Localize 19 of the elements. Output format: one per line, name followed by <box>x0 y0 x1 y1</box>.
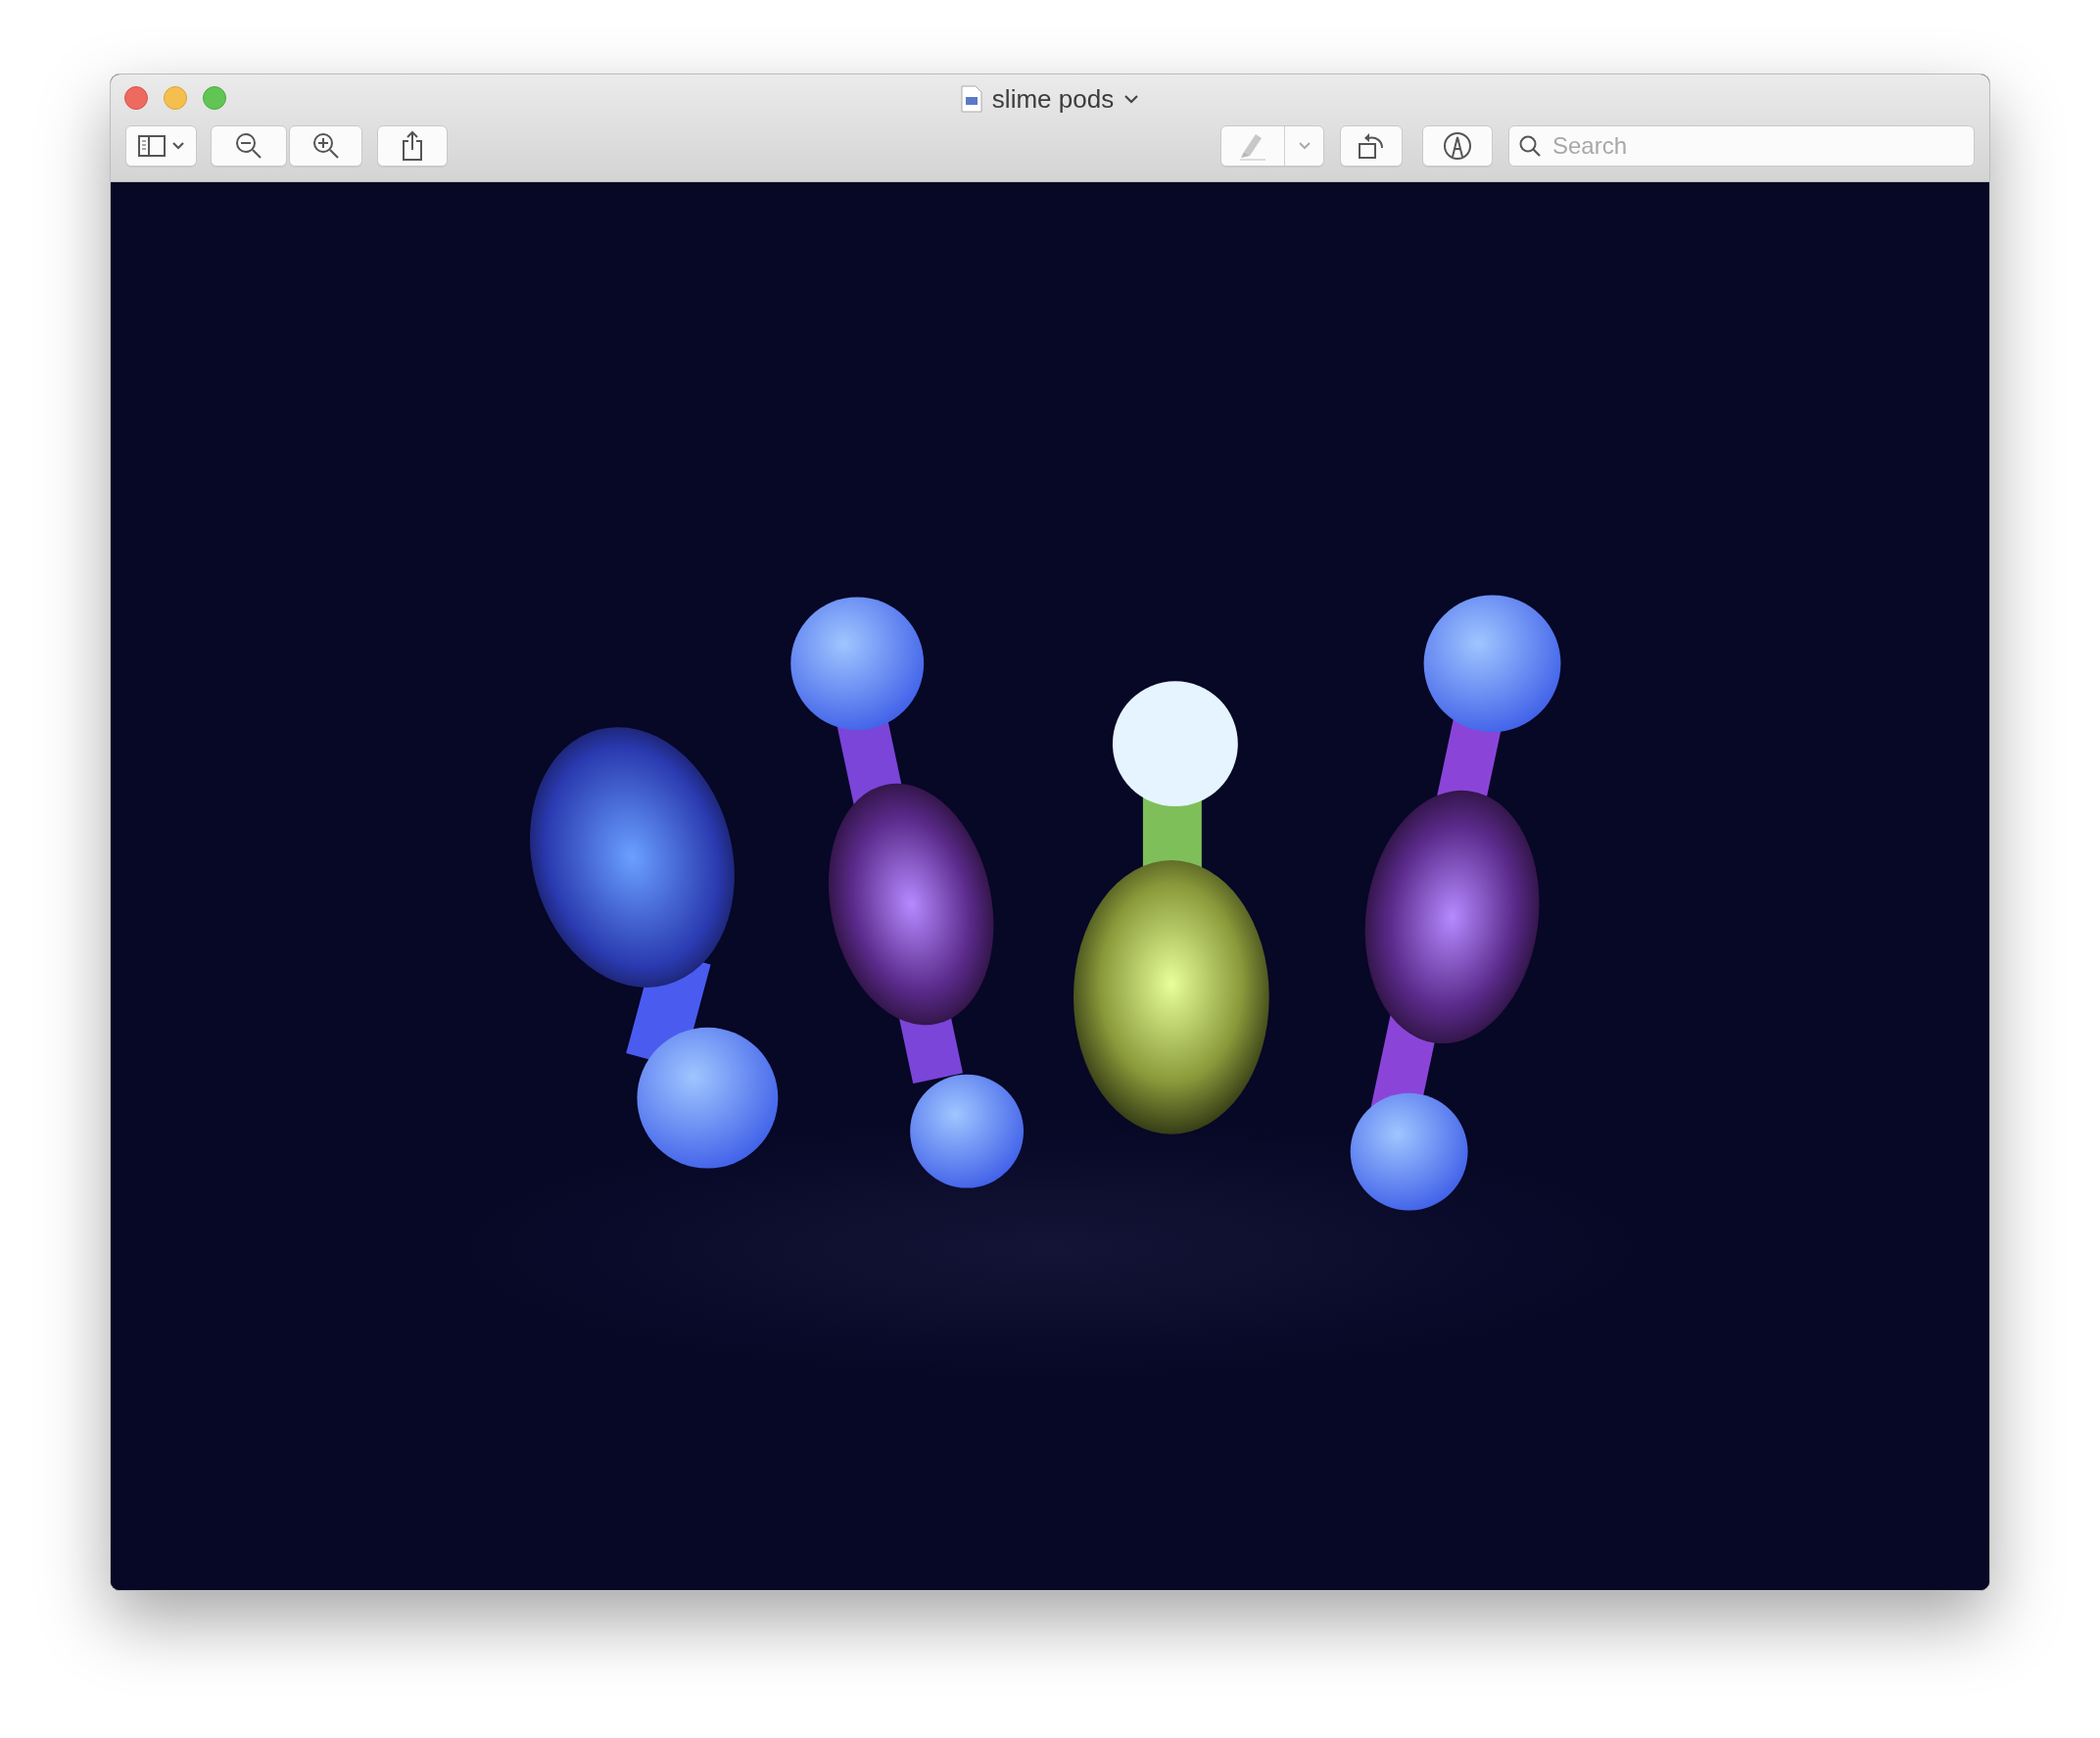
zoom-in-icon <box>310 131 341 161</box>
zoom-out-icon <box>234 131 263 161</box>
chevron-down-icon <box>170 141 185 151</box>
chevron-down-icon[interactable] <box>1123 93 1140 105</box>
chevron-down-icon <box>1297 141 1312 151</box>
zoom-out-button[interactable] <box>211 125 287 167</box>
sidebar-icon <box>137 135 166 157</box>
search-field[interactable]: Search <box>1508 125 1975 167</box>
window-title[interactable]: slime pods <box>991 79 1115 119</box>
search-icon <box>1518 134 1542 158</box>
annotate-button[interactable] <box>1422 125 1493 167</box>
share-icon <box>401 130 424 162</box>
sidebar-toggle-button[interactable] <box>125 125 197 167</box>
close-button[interactable] <box>124 86 148 110</box>
pen-tip-circle-icon <box>1443 131 1472 161</box>
document-icon <box>960 85 982 113</box>
share-button[interactable] <box>377 125 448 167</box>
rotate-button[interactable] <box>1340 125 1403 167</box>
zoom-in-button[interactable] <box>289 125 362 167</box>
